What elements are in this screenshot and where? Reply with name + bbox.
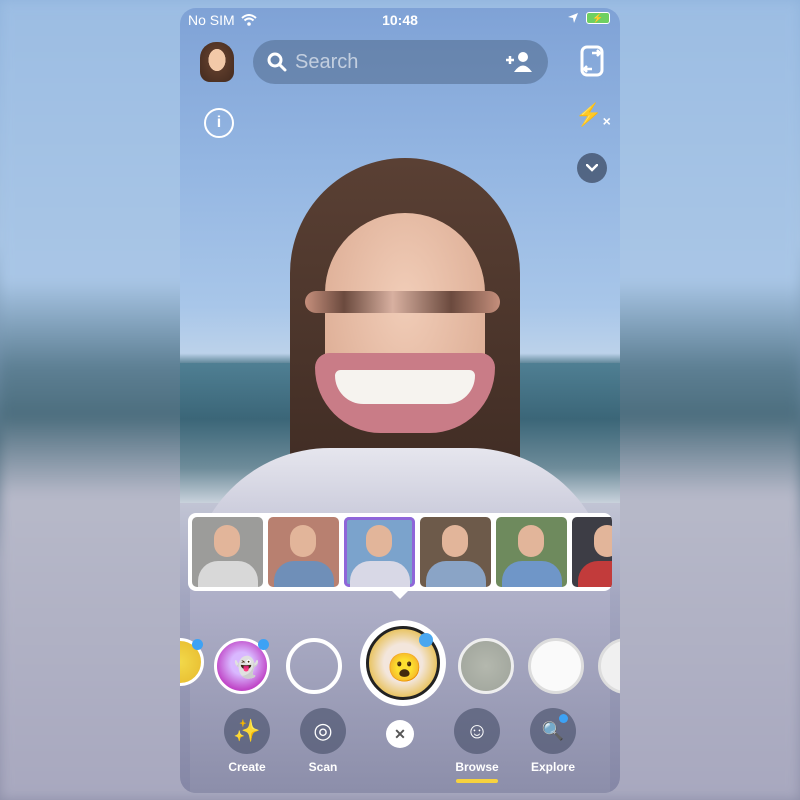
add-friend-icon[interactable]	[504, 51, 534, 73]
thumbnail-face	[366, 525, 392, 557]
capture-button-selected-lens[interactable]: 😮	[360, 620, 446, 706]
nav-browse-label: Browse	[455, 760, 499, 774]
camera-badge-icon	[419, 633, 433, 647]
active-tab-indicator	[456, 779, 498, 783]
search-bar[interactable]: Search	[253, 40, 548, 84]
flash-off-x: ×	[602, 113, 611, 129]
lens-ghost[interactable]: 👻	[214, 638, 270, 694]
status-right: ⚡	[568, 12, 610, 24]
status-bar: No SIM 10:48 ⚡	[180, 8, 620, 32]
preview-thumbnail[interactable]	[268, 517, 339, 587]
battery-charging-icon: ⚡	[586, 12, 610, 24]
location-arrow-icon	[568, 13, 578, 23]
preview-pointer	[392, 591, 408, 599]
thumbnail-torso	[198, 561, 258, 587]
lens-effect-teeth	[335, 370, 475, 404]
chevron-glyph	[586, 164, 598, 172]
info-icon[interactable]: i	[204, 108, 234, 138]
nav-explore-label: Explore	[530, 760, 575, 774]
nav-create-label: Create	[228, 760, 266, 774]
phone-screen: No SIM 10:48 ⚡ Search i ⚡ × 👻 😮 ✨ Create…	[180, 8, 620, 793]
new-indicator-dot	[559, 714, 568, 723]
preview-thumbnail[interactable]	[344, 517, 415, 587]
nav-scan-label: Scan	[308, 760, 338, 774]
clock: 10:48	[382, 12, 418, 28]
preview-thumbnail[interactable]	[192, 517, 263, 587]
bitmoji-avatar[interactable]	[200, 42, 234, 82]
preview-thumbnail[interactable]	[420, 517, 491, 587]
nav-create[interactable]: ✨ Create	[212, 708, 282, 774]
top-bar: Search	[180, 36, 620, 86]
nav-explore[interactable]: 🔍 Explore	[518, 708, 588, 774]
magic-wand-icon: ✨	[224, 708, 270, 754]
cartoon-face-icon: 😮	[387, 652, 422, 683]
smiley-icon: ☺	[454, 708, 500, 754]
lens-selected-cartoon: 😮	[366, 626, 440, 700]
search-placeholder: Search	[295, 50, 359, 73]
lens-gray-cat[interactable]	[458, 638, 514, 694]
info-glyph: i	[216, 114, 222, 131]
thumbnail-torso	[274, 561, 334, 587]
lens-empty[interactable]	[286, 638, 342, 694]
lens-white-face[interactable]	[528, 638, 584, 694]
close-lens-button[interactable]: ✕	[386, 720, 414, 748]
thumbnail-torso	[502, 561, 562, 587]
lens-carousel: 👻 😮	[180, 620, 620, 710]
close-icon: ✕	[394, 725, 406, 742]
nav-scan[interactable]: ◎ Scan	[288, 708, 358, 774]
thumbnail-torso	[350, 561, 410, 587]
lens-partial[interactable]	[598, 638, 620, 694]
thumbnail-face	[518, 525, 544, 557]
thumbnail-torso	[426, 561, 486, 587]
chevron-down-icon[interactable]	[577, 153, 607, 183]
lens-preview-strip	[188, 513, 612, 591]
flash-off-icon[interactable]: ⚡ ×	[575, 98, 611, 132]
ghost-icon: 👻	[234, 657, 259, 679]
search-icon	[267, 52, 287, 72]
new-indicator-dot	[258, 639, 269, 650]
flip-camera-icon[interactable]	[578, 44, 606, 78]
lens-planet[interactable]	[180, 638, 204, 686]
preview-thumbnail[interactable]	[572, 517, 612, 587]
scan-icon: ◎	[300, 708, 346, 754]
explore-search-icon: 🔍	[530, 708, 576, 754]
lens-effect-eyes	[305, 291, 500, 313]
flash-glyph: ⚡	[575, 102, 603, 127]
thumbnail-face	[594, 525, 612, 557]
nav-browse[interactable]: ☺ Browse	[442, 708, 512, 783]
bottom-nav: ✨ Create ◎ Scan ✕ ☺ Browse 🔍 Explore	[180, 708, 620, 793]
thumbnail-torso	[578, 561, 612, 587]
thumbnail-face	[214, 525, 240, 557]
thumbnail-face	[442, 525, 468, 557]
preview-thumbnail[interactable]	[496, 517, 567, 587]
thumbnail-face	[290, 525, 316, 557]
new-indicator-dot	[192, 639, 203, 650]
